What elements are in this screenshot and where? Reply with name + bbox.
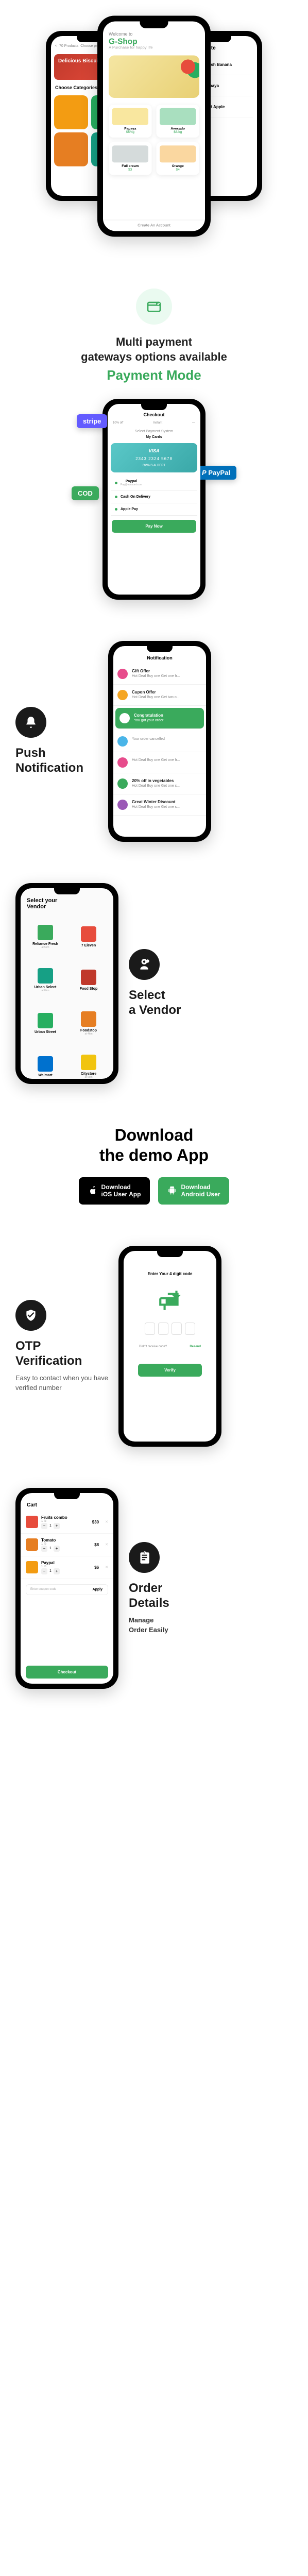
otp-title: OTP Verification <box>15 1339 108 1369</box>
qty-minus[interactable]: − <box>41 1568 47 1574</box>
resend-link[interactable]: Resend <box>190 1345 201 1348</box>
cod-tag: COD <box>72 486 99 500</box>
apply-button[interactable]: Apply <box>88 1585 108 1595</box>
push-title: Push Notification <box>15 746 98 776</box>
pay-now-button[interactable]: Pay Now <box>112 520 196 533</box>
coupon-input[interactable]: Enter coupon code <box>26 1585 88 1595</box>
qty-plus[interactable]: + <box>54 1568 60 1574</box>
qty-minus[interactable]: − <box>41 1546 47 1552</box>
order-sub: Manage Order Easily <box>129 1616 211 1634</box>
payment-icon <box>136 289 172 325</box>
vendor-item[interactable]: Citystoreat 6km <box>69 1047 108 1079</box>
mailbox-icon <box>157 1286 183 1312</box>
notification-item[interactable]: Great Winter DiscountHot Deal Buy one Ge… <box>113 794 206 816</box>
notification-item[interactable]: Hot Deal Buy one Get one fr... <box>113 752 206 773</box>
notif-avatar <box>117 800 128 810</box>
otp-digit-3[interactable] <box>172 1323 182 1335</box>
notification-item[interactable]: Gift OfferHot Deal Buy one Get one fr... <box>113 664 206 685</box>
payment-heading-2: gateways options available <box>15 350 293 365</box>
notif-avatar <box>117 736 128 747</box>
vendor-icon <box>129 949 160 980</box>
notif-avatar <box>117 757 128 768</box>
vendor-item[interactable]: Food Stop <box>69 960 108 999</box>
notification-item[interactable]: Your order cancelled <box>113 731 206 752</box>
cart-item: Tomato1 lb−1+$8✕ <box>21 1534 113 1556</box>
otp-desc: Easy to contact when you have verified n… <box>15 1374 108 1392</box>
pay-method-cod[interactable]: Cash On Delivery <box>111 491 197 503</box>
qty-minus[interactable]: − <box>41 1523 47 1529</box>
notification-item[interactable]: CongratulationYou got your order <box>115 708 204 729</box>
checkout-button[interactable]: Checkout <box>26 1666 108 1679</box>
otp-digit-2[interactable] <box>158 1323 168 1335</box>
vendor-item[interactable]: Reliance Freshat 5km <box>26 917 65 956</box>
order-title: Order Details <box>129 1581 211 1611</box>
notif-avatar <box>117 690 128 700</box>
notification-item[interactable]: Cupon OfferHot Deal Buy one Get two o... <box>113 685 206 706</box>
qty-plus[interactable]: + <box>54 1546 60 1552</box>
vendor-item[interactable]: 7 Eleven <box>69 917 108 956</box>
otp-screen-title: Enter Your 4 digit code <box>134 1272 206 1276</box>
ios-download-button[interactable]: Download iOS User App <box>79 1177 150 1205</box>
payment-heading-1: Multi payment <box>15 335 293 350</box>
remove-icon[interactable]: ✕ <box>105 1520 108 1524</box>
cart-item: Paypal1 lb−1+$6✕ <box>21 1556 113 1579</box>
notif-avatar <box>117 778 128 789</box>
pay-method-paypal[interactable]: PaypalPay@account.com <box>111 476 197 491</box>
verify-button[interactable]: Verify <box>138 1364 202 1377</box>
android-download-button[interactable]: Download Android User <box>158 1177 229 1205</box>
vendor-item[interactable]: Foodstopat 4km <box>69 1004 108 1043</box>
vendor-title: Select a Vendor <box>129 988 211 1018</box>
otp-digit-1[interactable] <box>145 1323 155 1335</box>
cart-item: Fruits combo1 lb−1+$30✕ <box>21 1511 113 1534</box>
shield-check-icon <box>15 1300 46 1331</box>
payment-heading-3: Payment Mode <box>15 367 293 383</box>
pay-method-apple[interactable]: Apple Pay <box>111 503 197 516</box>
bell-icon <box>15 707 46 738</box>
vendor-item[interactable]: Urban Street <box>26 1004 65 1043</box>
notification-item[interactable]: 20% off in vegetablesHot Deal Buy one Ge… <box>113 773 206 794</box>
credit-card[interactable]: VISA 2343 2324 5678 OWAIS ALBERT <box>111 443 197 472</box>
notif-avatar <box>117 669 128 679</box>
download-title: Download the demo App <box>15 1125 293 1165</box>
remove-icon[interactable]: ✕ <box>105 1543 108 1547</box>
notif-avatar <box>119 713 130 723</box>
paypal-tag: P PayPal <box>196 466 236 480</box>
stripe-tag: stripe <box>77 414 107 428</box>
remove-icon[interactable]: ✕ <box>105 1565 108 1569</box>
qty-plus[interactable]: + <box>54 1523 60 1529</box>
otp-digit-4[interactable] <box>185 1323 195 1335</box>
vendor-item[interactable]: Walmart <box>26 1047 65 1079</box>
clipboard-icon <box>129 1542 160 1573</box>
vendor-item[interactable]: Urban Selectat 8km <box>26 960 65 999</box>
